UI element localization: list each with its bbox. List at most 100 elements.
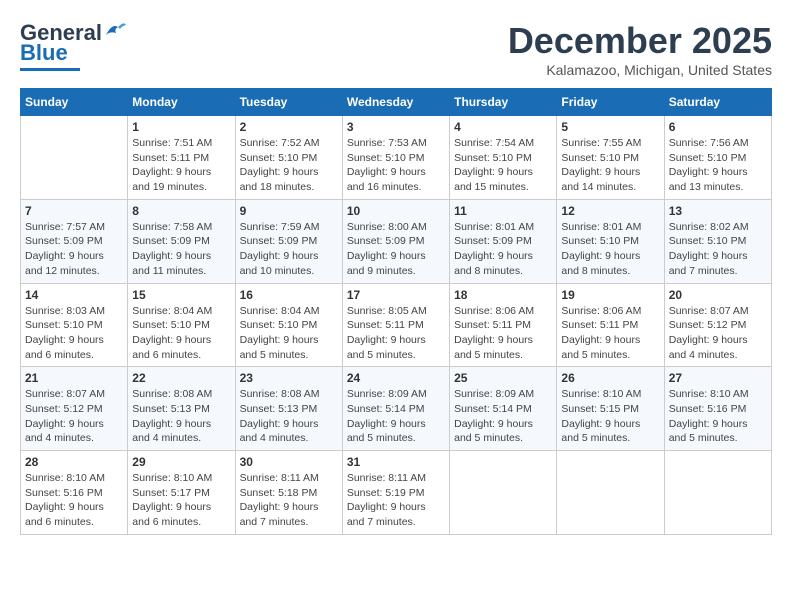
day-number: 20 xyxy=(669,288,767,302)
day-number: 9 xyxy=(240,204,338,218)
day-info: Sunrise: 7:55 AMSunset: 5:10 PMDaylight:… xyxy=(561,136,659,195)
weekday-header-thursday: Thursday xyxy=(450,89,557,116)
day-number: 13 xyxy=(669,204,767,218)
calendar-cell: 3 Sunrise: 7:53 AMSunset: 5:10 PMDayligh… xyxy=(342,116,449,200)
calendar-cell: 17 Sunrise: 8:05 AMSunset: 5:11 PMDaylig… xyxy=(342,283,449,367)
day-info: Sunrise: 7:51 AMSunset: 5:11 PMDaylight:… xyxy=(132,136,230,195)
calendar-cell: 25 Sunrise: 8:09 AMSunset: 5:14 PMDaylig… xyxy=(450,367,557,451)
calendar-cell: 18 Sunrise: 8:06 AMSunset: 5:11 PMDaylig… xyxy=(450,283,557,367)
day-number: 5 xyxy=(561,120,659,134)
calendar-cell: 16 Sunrise: 8:04 AMSunset: 5:10 PMDaylig… xyxy=(235,283,342,367)
day-number: 15 xyxy=(132,288,230,302)
calendar-cell: 20 Sunrise: 8:07 AMSunset: 5:12 PMDaylig… xyxy=(664,283,771,367)
calendar-cell xyxy=(664,451,771,535)
day-number: 10 xyxy=(347,204,445,218)
calendar-week-row: 7 Sunrise: 7:57 AMSunset: 5:09 PMDayligh… xyxy=(21,199,772,283)
calendar-cell: 19 Sunrise: 8:06 AMSunset: 5:11 PMDaylig… xyxy=(557,283,664,367)
calendar-cell: 30 Sunrise: 8:11 AMSunset: 5:18 PMDaylig… xyxy=(235,451,342,535)
calendar-cell: 10 Sunrise: 8:00 AMSunset: 5:09 PMDaylig… xyxy=(342,199,449,283)
calendar-cell: 5 Sunrise: 7:55 AMSunset: 5:10 PMDayligh… xyxy=(557,116,664,200)
day-info: Sunrise: 8:11 AMSunset: 5:18 PMDaylight:… xyxy=(240,471,338,530)
day-number: 11 xyxy=(454,204,552,218)
calendar-week-row: 21 Sunrise: 8:07 AMSunset: 5:12 PMDaylig… xyxy=(21,367,772,451)
day-number: 31 xyxy=(347,455,445,469)
day-number: 19 xyxy=(561,288,659,302)
day-info: Sunrise: 7:53 AMSunset: 5:10 PMDaylight:… xyxy=(347,136,445,195)
month-title: December 2025 xyxy=(508,20,772,62)
calendar-cell: 31 Sunrise: 8:11 AMSunset: 5:19 PMDaylig… xyxy=(342,451,449,535)
day-info: Sunrise: 7:57 AMSunset: 5:09 PMDaylight:… xyxy=(25,220,123,279)
calendar-cell: 22 Sunrise: 8:08 AMSunset: 5:13 PMDaylig… xyxy=(128,367,235,451)
calendar-cell: 8 Sunrise: 7:58 AMSunset: 5:09 PMDayligh… xyxy=(128,199,235,283)
day-number: 4 xyxy=(454,120,552,134)
day-info: Sunrise: 8:01 AMSunset: 5:09 PMDaylight:… xyxy=(454,220,552,279)
calendar-cell: 7 Sunrise: 7:57 AMSunset: 5:09 PMDayligh… xyxy=(21,199,128,283)
day-info: Sunrise: 8:07 AMSunset: 5:12 PMDaylight:… xyxy=(25,387,123,446)
day-info: Sunrise: 8:04 AMSunset: 5:10 PMDaylight:… xyxy=(132,304,230,363)
day-number: 16 xyxy=(240,288,338,302)
weekday-header-saturday: Saturday xyxy=(664,89,771,116)
calendar-cell: 29 Sunrise: 8:10 AMSunset: 5:17 PMDaylig… xyxy=(128,451,235,535)
day-number: 12 xyxy=(561,204,659,218)
day-number: 17 xyxy=(347,288,445,302)
weekday-header-wednesday: Wednesday xyxy=(342,89,449,116)
day-info: Sunrise: 7:58 AMSunset: 5:09 PMDaylight:… xyxy=(132,220,230,279)
day-number: 23 xyxy=(240,371,338,385)
calendar-cell xyxy=(21,116,128,200)
page-header: General Blue December 2025 Kalamazoo, Mi… xyxy=(20,20,772,78)
day-info: Sunrise: 8:02 AMSunset: 5:10 PMDaylight:… xyxy=(669,220,767,279)
weekday-header-friday: Friday xyxy=(557,89,664,116)
calendar-cell: 4 Sunrise: 7:54 AMSunset: 5:10 PMDayligh… xyxy=(450,116,557,200)
logo-blue: Blue xyxy=(20,40,68,66)
day-info: Sunrise: 8:08 AMSunset: 5:13 PMDaylight:… xyxy=(240,387,338,446)
day-number: 25 xyxy=(454,371,552,385)
day-info: Sunrise: 8:10 AMSunset: 5:16 PMDaylight:… xyxy=(669,387,767,446)
logo-bird-icon xyxy=(104,21,126,39)
day-number: 26 xyxy=(561,371,659,385)
day-info: Sunrise: 8:06 AMSunset: 5:11 PMDaylight:… xyxy=(561,304,659,363)
logo: General Blue xyxy=(20,20,126,71)
day-number: 3 xyxy=(347,120,445,134)
day-info: Sunrise: 8:00 AMSunset: 5:09 PMDaylight:… xyxy=(347,220,445,279)
calendar-cell: 26 Sunrise: 8:10 AMSunset: 5:15 PMDaylig… xyxy=(557,367,664,451)
title-block: December 2025 Kalamazoo, Michigan, Unite… xyxy=(508,20,772,78)
day-info: Sunrise: 8:10 AMSunset: 5:16 PMDaylight:… xyxy=(25,471,123,530)
day-number: 24 xyxy=(347,371,445,385)
day-number: 27 xyxy=(669,371,767,385)
weekday-header-monday: Monday xyxy=(128,89,235,116)
logo-underline xyxy=(20,68,80,71)
calendar-cell: 1 Sunrise: 7:51 AMSunset: 5:11 PMDayligh… xyxy=(128,116,235,200)
day-info: Sunrise: 8:09 AMSunset: 5:14 PMDaylight:… xyxy=(347,387,445,446)
calendar-cell: 2 Sunrise: 7:52 AMSunset: 5:10 PMDayligh… xyxy=(235,116,342,200)
day-info: Sunrise: 8:08 AMSunset: 5:13 PMDaylight:… xyxy=(132,387,230,446)
weekday-header-tuesday: Tuesday xyxy=(235,89,342,116)
day-info: Sunrise: 7:56 AMSunset: 5:10 PMDaylight:… xyxy=(669,136,767,195)
calendar-week-row: 28 Sunrise: 8:10 AMSunset: 5:16 PMDaylig… xyxy=(21,451,772,535)
day-number: 29 xyxy=(132,455,230,469)
calendar-cell: 11 Sunrise: 8:01 AMSunset: 5:09 PMDaylig… xyxy=(450,199,557,283)
weekday-header-sunday: Sunday xyxy=(21,89,128,116)
day-number: 18 xyxy=(454,288,552,302)
day-number: 7 xyxy=(25,204,123,218)
calendar-cell: 27 Sunrise: 8:10 AMSunset: 5:16 PMDaylig… xyxy=(664,367,771,451)
day-info: Sunrise: 7:52 AMSunset: 5:10 PMDaylight:… xyxy=(240,136,338,195)
calendar-cell: 24 Sunrise: 8:09 AMSunset: 5:14 PMDaylig… xyxy=(342,367,449,451)
calendar-cell: 12 Sunrise: 8:01 AMSunset: 5:10 PMDaylig… xyxy=(557,199,664,283)
day-info: Sunrise: 8:07 AMSunset: 5:12 PMDaylight:… xyxy=(669,304,767,363)
calendar-cell xyxy=(450,451,557,535)
location: Kalamazoo, Michigan, United States xyxy=(508,62,772,78)
calendar-week-row: 14 Sunrise: 8:03 AMSunset: 5:10 PMDaylig… xyxy=(21,283,772,367)
day-number: 2 xyxy=(240,120,338,134)
day-number: 1 xyxy=(132,120,230,134)
day-info: Sunrise: 8:01 AMSunset: 5:10 PMDaylight:… xyxy=(561,220,659,279)
calendar-cell: 9 Sunrise: 7:59 AMSunset: 5:09 PMDayligh… xyxy=(235,199,342,283)
calendar-cell xyxy=(557,451,664,535)
day-info: Sunrise: 8:11 AMSunset: 5:19 PMDaylight:… xyxy=(347,471,445,530)
day-info: Sunrise: 8:09 AMSunset: 5:14 PMDaylight:… xyxy=(454,387,552,446)
calendar-table: SundayMondayTuesdayWednesdayThursdayFrid… xyxy=(20,88,772,535)
calendar-cell: 15 Sunrise: 8:04 AMSunset: 5:10 PMDaylig… xyxy=(128,283,235,367)
weekday-header-row: SundayMondayTuesdayWednesdayThursdayFrid… xyxy=(21,89,772,116)
calendar-cell: 23 Sunrise: 8:08 AMSunset: 5:13 PMDaylig… xyxy=(235,367,342,451)
day-info: Sunrise: 8:04 AMSunset: 5:10 PMDaylight:… xyxy=(240,304,338,363)
calendar-cell: 14 Sunrise: 8:03 AMSunset: 5:10 PMDaylig… xyxy=(21,283,128,367)
